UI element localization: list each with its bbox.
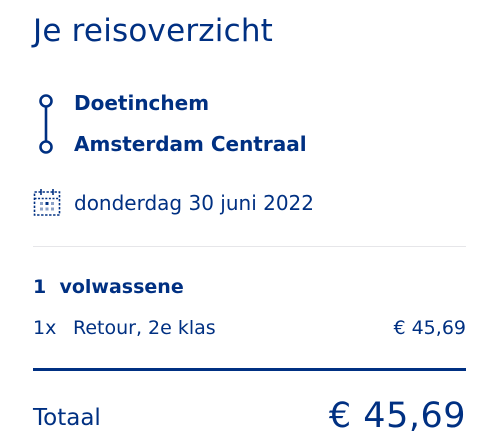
ticket-row: 1x Retour, 2e klas € 45,69 bbox=[33, 314, 466, 342]
departure-station: Doetinchem bbox=[74, 91, 210, 115]
total-amount: € 45,69 bbox=[328, 396, 466, 436]
route-line-icon bbox=[39, 94, 53, 154]
ticket-quantity: 1x bbox=[33, 317, 57, 339]
passenger-summary: 1 volwassene bbox=[33, 273, 184, 301]
ticket-description: Retour, 2e klas bbox=[73, 317, 216, 339]
total-divider bbox=[33, 368, 466, 371]
passenger-type: volwassene bbox=[59, 276, 184, 298]
ticket-price: € 45,69 bbox=[393, 317, 466, 339]
passenger-count: 1 bbox=[33, 276, 47, 298]
total-label: Totaal bbox=[33, 405, 101, 431]
arrival-station: Amsterdam Centraal bbox=[74, 132, 307, 156]
divider bbox=[33, 246, 466, 247]
travel-date: donderdag 30 juni 2022 bbox=[74, 191, 315, 215]
page-title: Je reisoverzicht bbox=[33, 13, 274, 49]
calendar-icon bbox=[33, 189, 61, 216]
